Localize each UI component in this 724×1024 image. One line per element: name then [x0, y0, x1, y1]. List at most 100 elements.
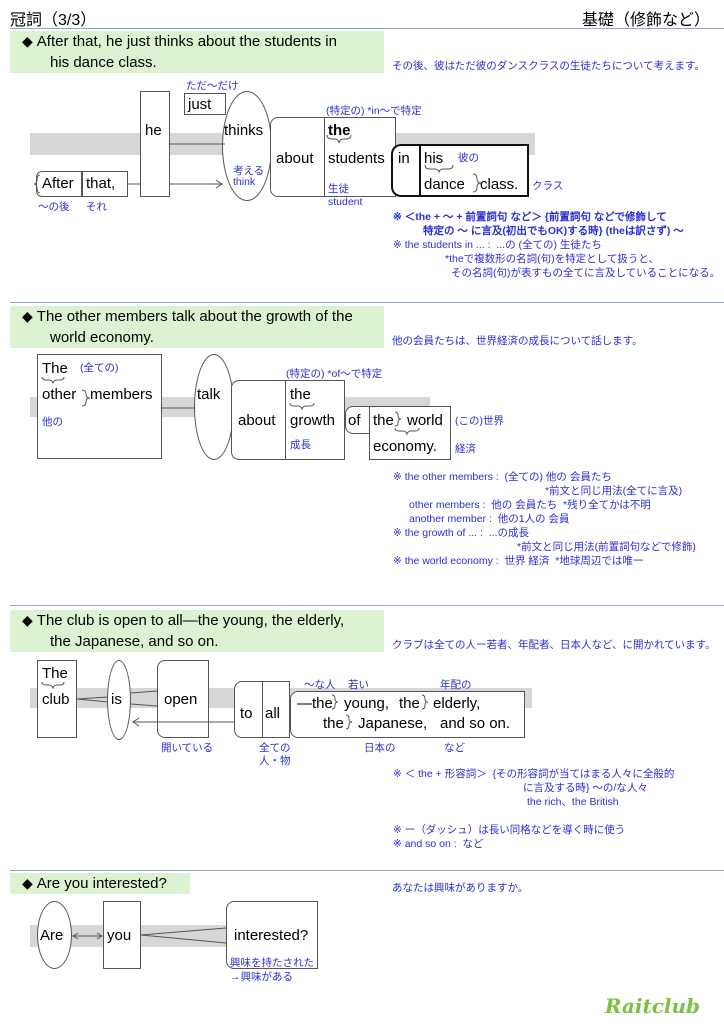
word-thinks: thinks [224, 122, 264, 139]
translation: 他の会員たちは、世界経済の成長について話します。 [392, 335, 643, 347]
diamond-icon: ◆ [22, 33, 33, 49]
sentence-line: After that, he just thinks about the stu… [36, 33, 337, 50]
word-the: the [323, 715, 344, 732]
gloss: 年配の [440, 679, 472, 691]
word-the: the [373, 412, 394, 429]
note-line: *theで複数形の名詞(句)を特定として扱うと、 [445, 253, 659, 265]
word-talk: talk [197, 386, 221, 403]
sentence-line: The club is open to all—the young, the e… [36, 612, 345, 629]
gloss: 生徒 [328, 183, 349, 195]
word-world: world [407, 412, 443, 429]
diamond-icon: ◆ [22, 308, 33, 324]
translation: あなたは興味がありますか。 [392, 882, 529, 894]
word-interested: interested? [234, 927, 309, 944]
word-members: members [90, 386, 153, 403]
note-line: ※ ＜ the + 形容詞＞ {その形容詞が当てはまる人々に全般的 [393, 768, 675, 780]
word-japanese: Japanese, [358, 715, 428, 732]
word-he: he [145, 122, 162, 139]
sentence-line: world economy. [50, 329, 154, 346]
translation: クラブは全ての人ー若者、年配者、日本人など、に開かれています。 [392, 639, 716, 651]
gloss: 経済 [455, 443, 476, 455]
gloss: 彼の [458, 152, 479, 164]
word-growth: growth [290, 412, 336, 429]
note-line: *前文と同じ用法(全てに言及) [545, 485, 683, 497]
note-line: another member : 他の1人の 会員 [409, 513, 570, 525]
sentence-banner: ◆ After that, he just thinks about the st… [10, 31, 384, 73]
word-the: the [328, 122, 351, 139]
word-the: The [42, 665, 68, 682]
word-is: is [111, 691, 122, 708]
word-the: the [399, 695, 420, 712]
word-of: of [348, 412, 361, 429]
word-box [140, 91, 170, 197]
gloss: 人・物 [259, 755, 291, 767]
gloss: (特定の) *in～で特定 [326, 105, 422, 117]
word-you: you [107, 927, 132, 944]
section-rule [10, 870, 724, 871]
notes: ※ ＜ the + 形容詞＞ {その形容詞が当てはまる人々に全般的 に言及する時… [393, 767, 674, 851]
gloss: 成長 [290, 439, 311, 451]
gloss: 興味を持たされた [230, 957, 314, 969]
diamond-icon: ◆ [22, 612, 33, 628]
note-line: other members : 他の 会員たち *残り全てかは不明 [409, 499, 651, 511]
word-economy: economy. [373, 438, 437, 455]
gloss: 日本の [364, 742, 396, 754]
note-line: その名詞(句)が表すもの全てに言及していることになる。 [451, 267, 721, 279]
note-line: ※ the other members : (全ての) 他の 会員たち [393, 471, 612, 483]
word-the: —the [297, 695, 333, 712]
gloss: (全ての) [80, 362, 119, 374]
word-class: class. [480, 176, 519, 193]
diamond-icon: ◆ [22, 875, 33, 891]
word-after: After [42, 175, 74, 192]
word-club: club [42, 691, 70, 708]
note-line: ※ ー（ダッシュ）は長い同格などを導く時に使う [393, 824, 626, 836]
note-line: ※ and so on : など [393, 838, 484, 850]
sentence-banner: ◆ Are you interested? [10, 873, 190, 894]
word-and-so-on: and so on. [440, 715, 511, 732]
sentence-line: the Japanese, and so on. [50, 633, 219, 650]
word-other: other [42, 386, 77, 403]
gloss: 他の [42, 416, 63, 428]
brand-logo: Raitclub [604, 994, 700, 1018]
word-open: open [164, 691, 198, 708]
word-his: his [424, 150, 444, 167]
word-young: young, [344, 695, 390, 712]
sentence-line: Are you interested? [36, 875, 167, 892]
gloss: ただ～だけ [186, 80, 239, 92]
note-line: 特定の ～ に言及(初出でもOK)する時} (theは訳さず) ～ [423, 225, 684, 237]
note-line: ※ the world economy : 世界 経済 *地球周辺では唯一 [393, 555, 644, 567]
gloss: (この)世界 [455, 415, 504, 427]
gloss: 開いている [161, 742, 214, 754]
sentence-banner: ◆ The club is open to all—the young, the … [10, 610, 384, 652]
word-just: just [188, 96, 212, 113]
gloss: →興味がある [230, 971, 293, 983]
note-line: ※ ＜the + ～ + 前置詞句 など＞ {前置詞句 などで修飾して [393, 211, 667, 223]
note-line: に言及する時} ～の/な人々 [523, 782, 648, 794]
gloss: それ [86, 201, 107, 213]
verb-oval [194, 354, 234, 460]
page-title: 冠詞（3/3） [10, 12, 97, 29]
gloss: クラス [532, 180, 564, 192]
translation: その後、彼はただ彼のダンスクラスの生徒たちについて考えます。 [392, 60, 706, 72]
gloss: ～の後 [38, 201, 70, 213]
word-students: students [328, 150, 385, 167]
note-line: ※ the students in ... : ...の (全ての) 生徒たち [393, 239, 602, 251]
word-elderly: elderly, [433, 695, 481, 712]
note-line: *前文と同じ用法(前置詞句などで修飾) [517, 541, 696, 553]
notes: ※ ＜the + ～ + 前置詞句 など＞ {前置詞句 などで修飾して 特定の … [393, 210, 720, 280]
sentence-line: his dance class. [50, 54, 157, 71]
section-rule [10, 605, 724, 606]
word-dance: dance [424, 176, 465, 193]
word-are: Are [40, 927, 64, 944]
gloss: ～な人 [304, 679, 336, 691]
gloss: など [444, 742, 465, 754]
word-the: The [42, 360, 68, 377]
word-all: all [265, 705, 281, 722]
note-line: the rich、the British [527, 796, 619, 808]
header-rule [10, 28, 724, 29]
note-line: ※ the growth of ... : ...の成長 [393, 527, 530, 539]
word-that: that, [86, 175, 116, 192]
gloss: 若い [348, 679, 369, 691]
gloss: think [233, 176, 256, 188]
word-in: in [398, 150, 410, 167]
